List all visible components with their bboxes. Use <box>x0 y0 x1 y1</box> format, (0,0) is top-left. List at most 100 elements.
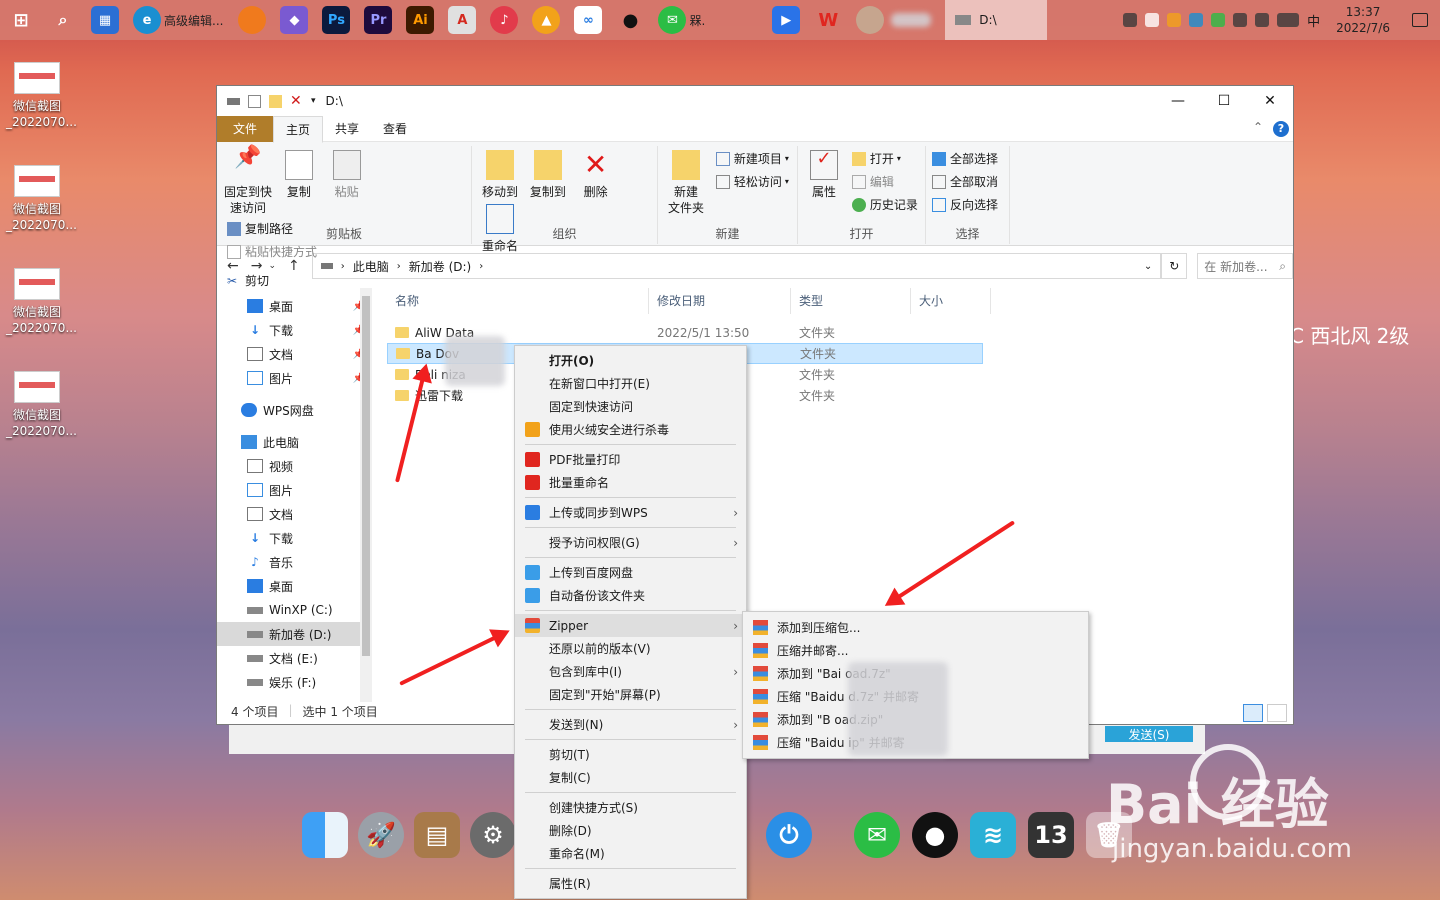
menu-item[interactable]: 自动备份该文件夹 <box>515 584 746 607</box>
nav-item[interactable]: 文档 <box>217 502 371 526</box>
help-icon[interactable]: ? <box>1273 121 1289 137</box>
new-item-button[interactable]: 新建项目 ▾ <box>715 150 789 167</box>
breadcrumb-sep-icon[interactable]: › <box>397 261 401 272</box>
copy-to-button[interactable]: 复制到 <box>526 148 570 200</box>
search-input[interactable]: 在 新加卷... ⌕ <box>1197 253 1294 279</box>
wps-icon[interactable]: W <box>814 6 842 34</box>
breadcrumb-drive[interactable]: 新加卷 (D:) <box>409 258 471 275</box>
history-button[interactable]: 历史记录 <box>851 196 918 213</box>
clock[interactable]: 13:37 2022/7/6 <box>1336 4 1390 36</box>
wechat-tray-icon[interactable] <box>1211 13 1226 27</box>
volume-icon[interactable] <box>1255 13 1270 27</box>
nav-item-selected[interactable]: 新加卷 (D:) <box>217 622 371 646</box>
maximize-button[interactable]: ☐ <box>1201 86 1247 116</box>
nav-item[interactable]: 娱乐 (F:) <box>217 670 371 694</box>
menu-item[interactable]: 发送到(N) › <box>515 713 746 736</box>
menu-item[interactable]: 打开(O) <box>515 349 746 372</box>
cloud-music-icon[interactable]: ♪ <box>490 6 519 34</box>
nav-item[interactable]: 图片 <box>217 478 371 502</box>
nav-item[interactable]: 此电脑 <box>217 430 371 454</box>
avatar-icon[interactable] <box>856 6 885 34</box>
menu-item[interactable]: 在新窗口中打开(E) <box>515 372 746 395</box>
paste-button[interactable]: 粘贴 <box>325 148 369 200</box>
invert-selection-button[interactable]: 反向选择 <box>932 196 998 213</box>
nav-item[interactable]: 图片 📌 <box>217 366 371 390</box>
cloud-tray-icon[interactable] <box>1145 13 1160 27</box>
taskbar-app-label[interactable]: 槑. <box>689 12 705 29</box>
menu-item[interactable]: 授予访问权限(G) › <box>515 531 746 554</box>
edge-tray-icon[interactable] <box>1189 13 1204 27</box>
menu-item[interactable]: 剪切(T) <box>515 743 746 766</box>
breadcrumb-sep-icon[interactable]: › <box>341 261 345 272</box>
menu-item[interactable]: PDF批量打印 <box>515 448 746 471</box>
collapse-ribbon-icon[interactable]: ⌃ <box>1253 120 1263 134</box>
menu-item[interactable]: 使用火绒安全进行杀毒 <box>515 418 746 441</box>
illustrator-icon[interactable]: Ai <box>406 6 435 34</box>
menu-item[interactable]: 包含到库中(I) › <box>515 660 746 683</box>
properties-quick-icon[interactable] <box>248 94 261 108</box>
delete-button[interactable]: ✕ 删除 <box>574 148 618 200</box>
breadcrumb-this-pc[interactable]: 此电脑 <box>353 258 389 275</box>
tab-home[interactable]: 主页 <box>273 115 324 143</box>
nav-item[interactable]: 桌面 <box>217 574 371 598</box>
table-row[interactable]: AliW Data 2022/5/1 13:50 文件夹 <box>387 322 1293 343</box>
nav-item[interactable]: WinXP (C:) <box>217 598 371 622</box>
taskbar-explorer-window[interactable]: D:\ <box>945 0 1048 40</box>
send-button[interactable]: 发送(S) <box>1105 726 1193 742</box>
firefox-icon[interactable] <box>238 6 267 34</box>
edge-icon[interactable]: e <box>133 6 161 34</box>
store-icon[interactable]: ▦ <box>91 6 119 34</box>
huorong-icon[interactable]: ▲ <box>532 6 561 34</box>
acrobat-icon[interactable]: A <box>448 6 477 34</box>
notification-icon[interactable] <box>1412 13 1428 27</box>
nav-item[interactable]: 桌面 📌 <box>217 294 371 318</box>
column-type[interactable]: 类型 <box>791 288 911 314</box>
nav-item[interactable]: 文档 (E:) <box>217 646 371 670</box>
premiere-icon[interactable]: Pr <box>364 6 393 34</box>
menu-item[interactable]: 批量重命名 <box>515 471 746 494</box>
qq-icon[interactable]: ● <box>616 6 644 34</box>
column-size[interactable]: 大小 <box>911 288 991 314</box>
easy-access-button[interactable]: 轻松访问 ▾ <box>715 173 789 190</box>
windows-start-icon[interactable]: ⊞ <box>7 6 35 34</box>
archive-icon[interactable]: ▤ <box>414 812 460 858</box>
tab-file[interactable]: 文件 <box>217 115 274 142</box>
select-all-button[interactable]: 全部选择 <box>932 150 998 167</box>
desktop-icon[interactable]: 微信截图 _2022070... <box>6 62 77 130</box>
wechat-icon[interactable]: ✉ <box>854 812 900 858</box>
feishu-icon[interactable]: ▶ <box>772 6 801 34</box>
menu-item[interactable]: 还原以前的版本(V) <box>515 637 746 660</box>
breadcrumb-sep-icon[interactable]: › <box>479 261 483 272</box>
cut-button[interactable]: ✂ 剪切 <box>227 272 317 289</box>
address-box[interactable]: › 此电脑 › 新加卷 (D:) › ⌄ <box>311 253 1162 279</box>
submenu-item[interactable]: 压缩并邮寄... <box>743 639 1088 662</box>
search-icon[interactable]: ⌕ <box>49 6 77 34</box>
pin-quick-access-button[interactable]: 📌 固定到快 速访问 <box>223 147 273 216</box>
tab-view[interactable]: 查看 <box>371 116 419 142</box>
nav-item[interactable]: ↓ 下载 <box>217 526 371 550</box>
delete-quick-icon[interactable]: ✕ <box>290 94 303 108</box>
nav-item[interactable]: 文档 📌 <box>217 342 371 366</box>
calendar-number-icon[interactable]: 13 <box>1028 812 1074 858</box>
nav-item[interactable]: 视频 <box>217 454 371 478</box>
taskbar-app-label[interactable]: 高级编辑... <box>164 12 223 29</box>
close-button[interactable]: ✕ <box>1247 86 1293 116</box>
cube-app-icon[interactable]: ◆ <box>280 6 309 34</box>
finder-icon[interactable] <box>302 812 348 858</box>
new-folder-button[interactable]: 新建 文件夹 <box>664 148 708 216</box>
nav-item[interactable]: ↓ 下载 📌 <box>217 318 371 342</box>
menu-item[interactable]: 属性(R) <box>515 872 746 895</box>
wechat-icon[interactable]: ✉ <box>658 6 687 34</box>
minimize-button[interactable]: — <box>1155 86 1201 116</box>
nav-scrollbar[interactable] <box>360 288 372 702</box>
menu-item[interactable]: 创建快捷方式(S) <box>515 796 746 819</box>
select-none-button[interactable]: 全部取消 <box>932 173 998 190</box>
desktop-icon[interactable]: 微信截图 _2022070... <box>6 268 77 336</box>
wifi-icon[interactable]: ≋ <box>970 812 1016 858</box>
menu-item[interactable]: Zipper › <box>515 614 746 637</box>
photoshop-icon[interactable]: Ps <box>322 6 351 34</box>
menu-item[interactable]: 删除(D) <box>515 819 746 842</box>
ime-indicator[interactable]: 中 <box>1307 11 1320 30</box>
qq-icon[interactable]: ● <box>912 812 958 858</box>
huorong-tray-icon[interactable] <box>1167 13 1182 27</box>
